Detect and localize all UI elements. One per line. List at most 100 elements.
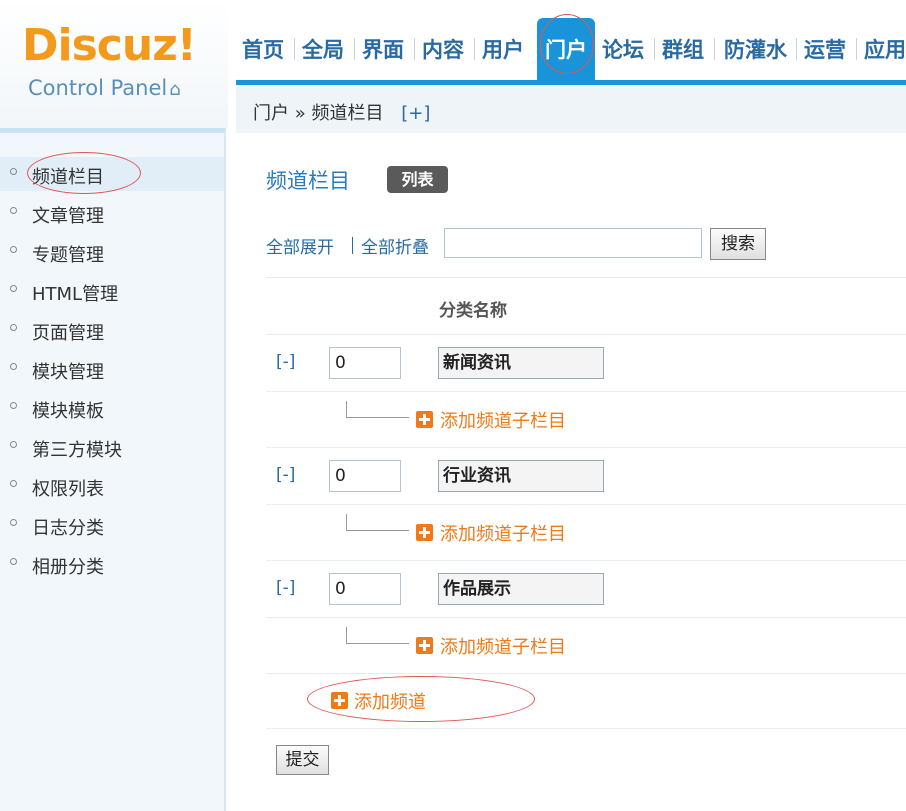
nav-item-user[interactable]: 用户 — [482, 34, 524, 64]
sidebar-item-label: 第三方模块 — [32, 440, 122, 461]
control-panel-label: Control Panel ⌂ — [28, 76, 181, 100]
expand-all-link[interactable]: 全部展开 — [266, 233, 334, 258]
add-channel-link[interactable]: 添加频道 — [354, 688, 426, 714]
add-icon[interactable] — [416, 524, 433, 541]
breadcrumb-bar: 门户 » 频道栏目 [+] — [236, 85, 906, 133]
nav-item-operation[interactable]: 运营 — [804, 34, 846, 64]
sidebar-item-label: 频道栏目 — [32, 167, 104, 188]
bullet-icon — [10, 285, 17, 292]
nav-item-style[interactable]: 界面 — [362, 34, 404, 64]
row-divider — [266, 277, 906, 278]
tree-connector — [346, 627, 409, 644]
nav-item-content[interactable]: 内容 — [422, 34, 464, 64]
home-icon[interactable]: ⌂ — [169, 79, 180, 100]
logo-area: Discuz! Control Panel ⌂ — [0, 0, 228, 128]
nav-item-portal-label: 门户 — [545, 38, 587, 62]
sidebar-item-pages[interactable]: 页面管理 — [0, 313, 224, 347]
search-button[interactable]: 搜索 — [710, 228, 766, 260]
bullet-icon — [10, 363, 17, 370]
main-content: 频道栏目 列表 全部展开 全部折叠 搜索 分类名称 [-] 0 新闻资讯 添加频… — [236, 133, 906, 811]
row-divider — [266, 391, 906, 392]
collapse-toggle[interactable]: [-] — [276, 578, 295, 598]
nav-divider — [714, 38, 715, 60]
add-subcolumn-link[interactable]: 添加频道子栏目 — [440, 633, 566, 659]
bullet-icon — [10, 207, 17, 214]
sidebar-item-block-templates[interactable]: 模块模板 — [0, 391, 224, 425]
add-subcolumn-link[interactable]: 添加频道子栏目 — [440, 407, 566, 433]
top-navigation: 首页 全局 界面 内容 用户 门户 论坛 群组 防灌水 运营 应用 — [236, 18, 906, 85]
breadcrumb-section[interactable]: 门户 — [253, 103, 289, 124]
sidebar-item-topics[interactable]: 专题管理 — [0, 235, 224, 269]
sidebar-item-label: HTML管理 — [32, 284, 119, 305]
sidebar: 频道栏目 文章管理 专题管理 HTML管理 页面管理 模块管理 模块模板 第三方… — [0, 128, 226, 811]
nav-divider — [474, 38, 475, 60]
add-icon[interactable] — [416, 411, 433, 428]
add-icon[interactable] — [331, 692, 348, 709]
row-divider — [266, 504, 906, 505]
sidebar-item-channel-columns[interactable]: 频道栏目 — [0, 157, 224, 191]
nav-item-forum[interactable]: 论坛 — [602, 34, 644, 64]
sidebar-item-album-categories[interactable]: 相册分类 — [0, 547, 224, 581]
tree-connector — [346, 514, 409, 531]
list-view-tab[interactable]: 列表 — [387, 166, 448, 193]
collapse-all-link[interactable]: 全部折叠 — [361, 233, 429, 258]
sidebar-item-label: 日志分类 — [32, 518, 104, 539]
nav-item-home[interactable]: 首页 — [242, 34, 284, 64]
discuz-logo[interactable]: Discuz! — [22, 20, 197, 71]
sidebar-item-html[interactable]: HTML管理 — [0, 274, 224, 308]
nav-divider — [294, 38, 295, 60]
page-title: 频道栏目 — [266, 169, 350, 193]
bullet-icon — [10, 441, 17, 448]
display-order-input[interactable]: 0 — [329, 347, 401, 379]
sidebar-item-third-party-blocks[interactable]: 第三方模块 — [0, 430, 224, 464]
add-shortcut-button[interactable]: [+] — [401, 103, 430, 124]
sidebar-item-blocks[interactable]: 模块管理 — [0, 352, 224, 386]
display-order-input[interactable]: 0 — [329, 573, 401, 605]
column-header-category-name: 分类名称 — [439, 301, 507, 321]
sidebar-item-label: 文章管理 — [32, 206, 104, 227]
nav-item-portal[interactable]: 门户 — [537, 18, 595, 80]
logo-subtitle: Control Panel — [28, 76, 168, 100]
bullet-icon — [10, 480, 17, 487]
breadcrumb-separator: » — [294, 103, 306, 124]
bullet-icon — [10, 558, 17, 565]
nav-item-antispam[interactable]: 防灌水 — [724, 34, 787, 64]
row-divider — [266, 447, 906, 448]
bullet-icon — [10, 324, 17, 331]
sidebar-item-label: 专题管理 — [32, 245, 104, 266]
search-input[interactable] — [444, 228, 702, 258]
row-divider — [266, 673, 906, 674]
sidebar-item-label: 相册分类 — [32, 557, 104, 578]
row-divider — [266, 617, 906, 618]
nav-item-group[interactable]: 群组 — [662, 34, 704, 64]
submit-button[interactable]: 提交 — [276, 745, 329, 775]
nav-divider — [796, 38, 797, 60]
sidebar-item-blog-categories[interactable]: 日志分类 — [0, 508, 224, 542]
row-divider — [266, 560, 906, 561]
collapse-toggle[interactable]: [-] — [276, 465, 295, 485]
add-icon[interactable] — [416, 637, 433, 654]
bullet-icon — [10, 168, 17, 175]
sidebar-item-label: 权限列表 — [32, 479, 104, 500]
bullet-icon — [10, 246, 17, 253]
collapse-toggle[interactable]: [-] — [276, 352, 295, 372]
tree-connector — [346, 401, 409, 418]
category-name-input[interactable]: 作品展示 — [438, 573, 604, 605]
nav-divider — [654, 38, 655, 60]
toolbar-divider — [352, 237, 353, 254]
row-divider — [266, 728, 906, 729]
sidebar-item-label: 模块管理 — [32, 362, 104, 383]
sidebar-item-permissions[interactable]: 权限列表 — [0, 469, 224, 503]
nav-item-global[interactable]: 全局 — [302, 34, 344, 64]
sidebar-item-articles[interactable]: 文章管理 — [0, 196, 224, 230]
nav-divider — [414, 38, 415, 60]
breadcrumb-page: 频道栏目 — [311, 103, 384, 124]
sidebar-item-label: 页面管理 — [32, 323, 104, 344]
nav-divider — [354, 38, 355, 60]
display-order-input[interactable]: 0 — [329, 460, 401, 492]
breadcrumb: 门户 » 频道栏目 [+] — [253, 99, 430, 125]
nav-item-apps[interactable]: 应用 — [864, 34, 906, 64]
category-name-input[interactable]: 新闻资讯 — [438, 347, 604, 379]
add-subcolumn-link[interactable]: 添加频道子栏目 — [440, 520, 566, 546]
category-name-input[interactable]: 行业资讯 — [438, 460, 604, 492]
